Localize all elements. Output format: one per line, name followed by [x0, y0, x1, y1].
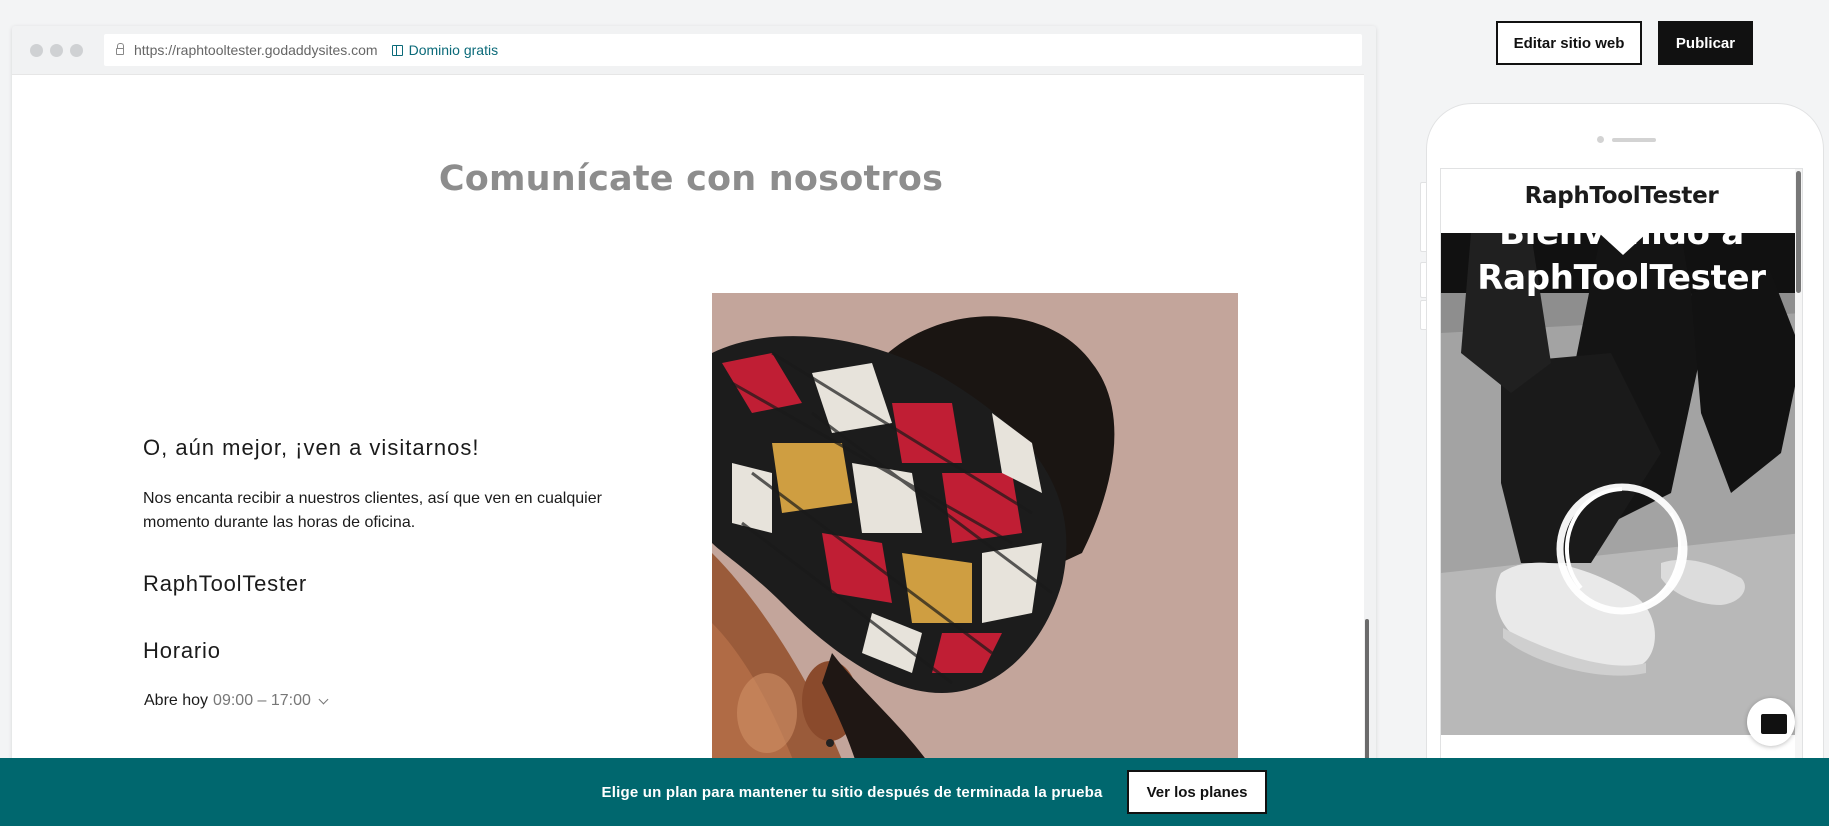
phone-speaker-icon: [1612, 138, 1656, 142]
mobile-hero: [1441, 233, 1802, 735]
mobile-hero-line: Bienvenido a: [1499, 213, 1744, 253]
publish-button[interactable]: Publicar: [1658, 21, 1753, 65]
lock-icon: [116, 43, 124, 55]
desktop-scrollbar[interactable]: [1364, 74, 1370, 766]
window-dot-icon: [30, 43, 43, 57]
chat-button[interactable]: [1747, 698, 1795, 746]
mobile-hero-line: RaphToolTester: [1477, 258, 1766, 298]
website-page: Comunícate con nosotros O, aún mejor, ¡v…: [12, 74, 1370, 766]
edit-website-button[interactable]: Editar sitio web: [1496, 21, 1642, 65]
mobile-site-title: RaphToolTester: [1524, 183, 1719, 209]
address-bar: https://raphtooltester.godaddysites.com …: [104, 34, 1362, 66]
visit-text: Nos encanta recibir a nuestros clientes,…: [143, 490, 602, 531]
phone-camera-icon: [1597, 136, 1604, 143]
section-title: Comunícate con nosotros: [438, 159, 944, 199]
visit-heading: O, aún mejor, ¡ven a visitarnos!: [143, 435, 480, 460]
free-domain-label: Dominio gratis: [408, 42, 499, 58]
headwrap-photo: [712, 293, 1238, 766]
desktop-preview-window: https://raphtooltester.godaddysites.com …: [12, 26, 1376, 766]
chevron-down-icon: [318, 694, 329, 705]
mobile-screen: RaphToolTester Bienvenido a RaphToolTest…: [1440, 168, 1803, 804]
hours-heading: Horario: [143, 638, 221, 663]
window-dot-icon: [50, 43, 63, 57]
see-plans-button[interactable]: Ver los planes: [1126, 770, 1268, 814]
banner-text: Elige un plan para mantener tu sitio des…: [601, 783, 1103, 801]
gift-icon: [391, 44, 403, 56]
trial-banner: Elige un plan para mantener tu sitio des…: [0, 758, 1829, 826]
hours-time: 09:00 – 17:00: [213, 692, 311, 709]
mobile-hero-title: Bienvenido a RaphToolTester: [1441, 211, 1802, 301]
site-url: https://raphtooltester.godaddysites.com: [134, 42, 378, 58]
business-name: RaphToolTester: [143, 571, 308, 596]
free-domain-link[interactable]: Dominio gratis: [391, 42, 499, 58]
window-dot-icon: [70, 43, 83, 57]
hours-label: Abre hoy: [144, 692, 209, 709]
mobile-preview: RaphToolTester Bienvenido a RaphToolTest…: [1426, 103, 1824, 804]
hours-dropdown[interactable]: Abre hoy 09:00 – 17:00: [144, 692, 329, 710]
desktop-scrollbar-thumb[interactable]: [1365, 619, 1369, 766]
chat-icon: [1761, 714, 1787, 734]
